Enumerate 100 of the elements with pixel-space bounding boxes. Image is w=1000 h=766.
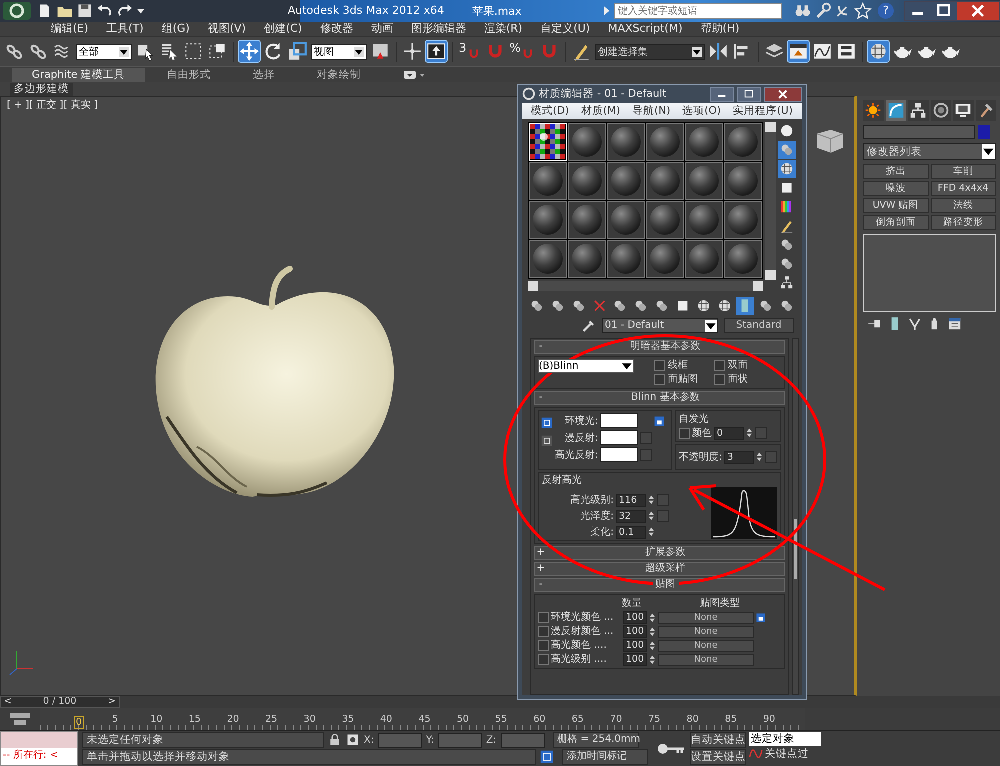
checkbox[interactable]: [654, 360, 665, 371]
menu-item[interactable]: 模式(D): [526, 104, 574, 118]
display-icon[interactable]: [953, 100, 974, 121]
checkbox[interactable]: [714, 360, 725, 371]
menu-item[interactable]: 导航(N): [628, 104, 676, 118]
number-field[interactable]: 32: [616, 510, 646, 522]
key-icon[interactable]: [656, 741, 686, 757]
collapse-toggle[interactable]: -: [535, 341, 547, 353]
ribbon-tab[interactable]: 选择: [233, 68, 296, 82]
checkbox[interactable]: [654, 374, 665, 385]
modifier-button[interactable]: 倒角剖面: [863, 215, 928, 230]
z-field[interactable]: [500, 732, 545, 748]
map-button[interactable]: None: [658, 626, 754, 638]
collapse-toggle[interactable]: -: [535, 392, 547, 404]
rollout-header[interactable]: - 贴图: [534, 578, 786, 592]
number-field[interactable]: 100: [623, 611, 647, 624]
modifier-stack[interactable]: [863, 234, 996, 312]
checkbox[interactable]: [679, 428, 690, 438]
modifier-button[interactable]: FFD 4x4x4: [930, 181, 996, 196]
modifier-button[interactable]: 法线: [930, 198, 996, 213]
eyedropper-icon[interactable]: [582, 318, 596, 332]
schematic-icon[interactable]: [836, 41, 858, 62]
horizontal-scrollbar[interactable]: [528, 281, 763, 291]
spinner-arrows-icon[interactable]: [648, 526, 655, 538]
spinner-arrows-icon[interactable]: [649, 612, 656, 624]
number-field[interactable]: 0.1: [616, 526, 646, 538]
rollout-header[interactable]: + 超级采样: [534, 562, 786, 576]
script-listener[interactable]: -- 所在行: <: [0, 731, 78, 766]
lock-icon[interactable]: [756, 612, 766, 622]
app-logo-icon[interactable]: [0, 1, 34, 21]
selection-filter-dropdown[interactable]: 全部: [76, 44, 132, 60]
menu-item[interactable]: 视图(V): [198, 22, 256, 36]
ribbon-tab[interactable]: 对象绘制: [297, 68, 382, 82]
spinner-arrows-icon[interactable]: [648, 510, 655, 522]
named-selection-dropdown[interactable]: 创建选择集: [595, 44, 706, 60]
vertical-scrollbar[interactable]: [765, 122, 776, 280]
ribbon-tab[interactable]: 自由形式: [147, 68, 232, 82]
motion-icon[interactable]: [930, 100, 951, 121]
menu-item[interactable]: 自定义(U): [532, 22, 600, 36]
key-mode-dropdown[interactable]: 选定对象: [749, 732, 821, 746]
checkbox[interactable]: [714, 374, 725, 385]
name-field[interactable]: [863, 125, 975, 139]
lock-icon[interactable]: [541, 435, 553, 447]
coordinate-dropdown[interactable]: 视图: [311, 44, 367, 60]
spinner-arrows-icon[interactable]: [648, 494, 655, 506]
menu-item[interactable]: 选项(O): [678, 104, 726, 118]
background-icon[interactable]: [778, 160, 796, 178]
number-field[interactable]: 100: [623, 653, 647, 666]
rect-select-icon[interactable]: [183, 41, 204, 62]
set-key-button[interactable]: 设置关键点: [690, 749, 746, 765]
collapse-toggle[interactable]: -: [535, 579, 547, 591]
number-field[interactable]: 3: [724, 450, 754, 464]
material-type-button[interactable]: Standard: [724, 318, 794, 333]
material-editor-icon[interactable]: [868, 41, 890, 62]
map-button[interactable]: None: [658, 654, 754, 666]
menu-item[interactable]: 动画: [362, 22, 402, 36]
spinner-arrows-icon[interactable]: [649, 654, 656, 666]
map-button[interactable]: None: [658, 640, 754, 652]
manipulate-icon[interactable]: [402, 41, 423, 62]
lock-icon[interactable]: [654, 416, 666, 427]
checkbox[interactable]: [538, 626, 549, 637]
close-icon[interactable]: [764, 86, 802, 102]
modifier-button[interactable]: 挤出: [863, 164, 928, 179]
x-field[interactable]: [378, 732, 422, 748]
minimize-icon[interactable]: [710, 86, 734, 102]
ribbon-tab[interactable]: Graphite 建模工具: [12, 68, 146, 82]
menu-item[interactable]: 帮助(H): [692, 22, 749, 36]
spinner-arrows-icon[interactable]: [756, 451, 764, 463]
checkbox[interactable]: [538, 654, 549, 665]
wrench-icon[interactable]: [814, 2, 832, 20]
add-time-tag[interactable]: 添加时间标记: [562, 749, 648, 765]
color-swatch[interactable]: [600, 447, 638, 462]
spinner-arrows-icon[interactable]: [746, 427, 753, 439]
menu-item[interactable]: 修改器: [311, 22, 362, 36]
maximize-icon[interactable]: [931, 2, 957, 20]
key-filters-button[interactable]: 关键点过: [765, 747, 809, 761]
scale-icon[interactable]: [287, 41, 308, 62]
menu-item[interactable]: 组(G): [152, 22, 199, 36]
search-field[interactable]: 键入关键字或短语: [614, 3, 782, 19]
ribbon-panel-tab[interactable]: 多边形建模: [10, 82, 73, 96]
shader-dropdown[interactable]: (B)Blinn: [538, 359, 634, 373]
number-field[interactable]: 116: [616, 494, 646, 506]
curve-editor-icon[interactable]: [812, 41, 834, 62]
snap-toggle-button[interactable]: 3: [458, 41, 482, 62]
checkbox[interactable]: [538, 612, 549, 623]
maximize-icon[interactable]: [737, 86, 761, 102]
modifier-button[interactable]: 路径变形: [930, 215, 996, 230]
time-tag-icon[interactable]: [540, 750, 554, 764]
menu-item[interactable]: 渲染(R): [475, 22, 532, 36]
modifier-button[interactable]: 噪波: [863, 181, 928, 196]
move-icon[interactable]: [239, 41, 260, 62]
menu-item[interactable]: 材质(M): [576, 104, 626, 118]
spinner-arrows-icon[interactable]: [649, 640, 656, 652]
absolute-mode-icon[interactable]: [346, 733, 360, 747]
menu-item[interactable]: 实用程序(U): [728, 104, 798, 118]
modifier-button[interactable]: UVW 贴图: [863, 198, 928, 213]
number-field[interactable]: 100: [623, 625, 647, 638]
utilities-icon[interactable]: [976, 100, 996, 121]
spinner-arrows-icon[interactable]: [649, 626, 656, 638]
minimize-icon[interactable]: [905, 2, 931, 20]
